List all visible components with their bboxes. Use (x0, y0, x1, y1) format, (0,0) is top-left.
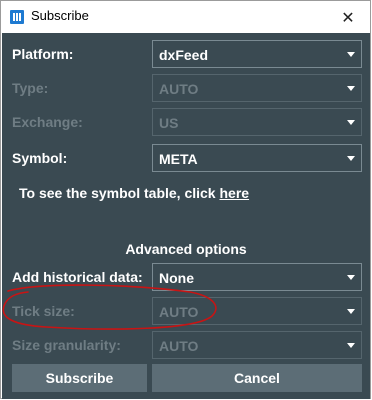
app-icon-bar (13, 13, 15, 21)
type-label: Type: (12, 80, 49, 96)
symbol-select[interactable]: META (152, 144, 362, 172)
tick-size-row: Tick size: AUTO (2, 297, 370, 327)
platform-value: dxFeed (159, 47, 209, 63)
historical-select[interactable]: None (152, 263, 362, 291)
window-title: Subscribe (31, 8, 89, 23)
platform-label: Platform: (12, 46, 74, 62)
platform-row: Platform: dxFeed (2, 40, 370, 70)
chevron-down-icon (347, 343, 355, 348)
exchange-row: Exchange: US (2, 108, 370, 138)
app-icon-bar (16, 13, 18, 21)
historical-label: Add historical data: (12, 269, 143, 285)
size-granularity-value: AUTO (159, 338, 199, 354)
size-granularity-label: Size granularity: (12, 337, 121, 353)
chevron-down-icon (347, 275, 355, 280)
chevron-down-icon (347, 120, 355, 125)
historical-value: None (159, 270, 194, 286)
tick-size-value: AUTO (159, 304, 199, 320)
size-granularity-row: Size granularity: AUTO (2, 331, 370, 361)
app-icon (10, 10, 24, 24)
type-select: AUTO (152, 74, 362, 102)
advanced-options-heading: Advanced options (125, 241, 247, 257)
exchange-select: US (152, 108, 362, 136)
tick-size-label: Tick size: (12, 303, 75, 319)
type-row: Type: AUTO (2, 74, 370, 104)
subscribe-dialog: Subscribe ✕ Platform: dxFeed Type: AUTO … (0, 0, 371, 399)
symbol-table-link[interactable]: here (219, 185, 249, 201)
symbol-table-hint: To see the symbol table, click here (19, 185, 249, 201)
type-value: AUTO (159, 81, 199, 97)
hint-text: To see the symbol table, click (19, 185, 220, 201)
chevron-down-icon (347, 309, 355, 314)
symbol-value: META (159, 151, 198, 167)
size-granularity-select: AUTO (152, 331, 362, 359)
exchange-label: Exchange: (12, 114, 83, 130)
cancel-button[interactable]: Cancel (152, 364, 362, 392)
app-icon-bar (19, 13, 21, 21)
symbol-label: Symbol: (12, 150, 68, 166)
historical-row: Add historical data: None (2, 263, 370, 293)
subscribe-button[interactable]: Subscribe (12, 364, 147, 392)
close-icon: ✕ (341, 7, 355, 27)
exchange-value: US (159, 115, 179, 131)
close-button[interactable]: ✕ (326, 1, 370, 33)
chevron-down-icon (347, 52, 355, 57)
symbol-row: Symbol: META (2, 144, 370, 174)
chevron-down-icon (347, 86, 355, 91)
chevron-down-icon (347, 156, 355, 161)
tick-size-select: AUTO (152, 297, 362, 325)
title-bar: Subscribe ✕ (1, 1, 370, 33)
dialog-body: Platform: dxFeed Type: AUTO Exchange: US… (2, 33, 370, 399)
platform-select[interactable]: dxFeed (152, 40, 362, 68)
